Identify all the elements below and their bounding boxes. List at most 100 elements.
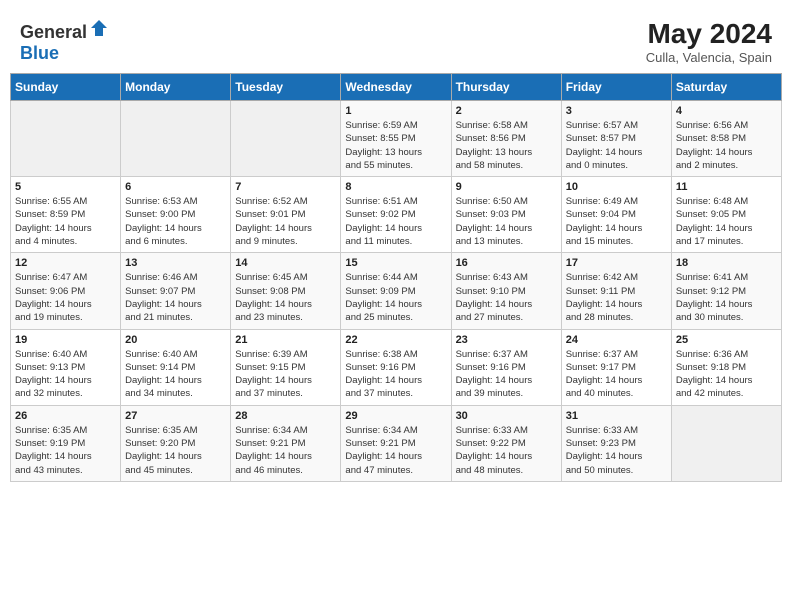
- calendar-cell: 8 Sunrise: 6:51 AM Sunset: 9:02 PM Daylig…: [341, 177, 451, 253]
- calendar-week-3: 12Sunrise: 6:47 AM Sunset: 9:06 PM Dayli…: [11, 253, 782, 329]
- day-number: 7: [235, 181, 336, 193]
- day-info: Sunrise: 6:45 AM Sunset: 9:08 PM Dayligh…: [235, 271, 336, 324]
- calendar-week-2: 5Sunrise: 6:55 AM Sunset: 8:59 PM Daylig…: [11, 177, 782, 253]
- day-info: Sunrise: 6:58 AM Sunset: 8:56 PM Dayligh…: [456, 119, 557, 172]
- calendar-cell: 7 Sunrise: 6:52 AM Sunset: 9:01 PM Daylig…: [231, 177, 341, 253]
- month-year-title: May 2024: [646, 18, 772, 50]
- day-info: Sunrise: 6:41 AM Sunset: 9:12 PM Dayligh…: [676, 271, 777, 324]
- calendar-cell: 19Sunrise: 6:40 AM Sunset: 9:13 PM Dayli…: [11, 329, 121, 405]
- calendar-cell: 12Sunrise: 6:47 AM Sunset: 9:06 PM Dayli…: [11, 253, 121, 329]
- day-number: 28: [235, 410, 336, 422]
- calendar-cell: [11, 101, 121, 177]
- day-info: Sunrise: 6:39 AM Sunset: 9:15 PM Dayligh…: [235, 348, 336, 401]
- day-info: Sunrise: 6:35 AM Sunset: 9:19 PM Dayligh…: [15, 424, 116, 477]
- day-info: Sunrise: 6:47 AM Sunset: 9:06 PM Dayligh…: [15, 271, 116, 324]
- calendar-cell: 24 Sunrise: 6:37 AM Sunset: 9:17 PM Dayli…: [561, 329, 671, 405]
- calendar-cell: 27 Sunrise: 6:35 AM Sunset: 9:20 PM Dayli…: [121, 405, 231, 481]
- day-info: Sunrise: 6:37 AM Sunset: 9:17 PM Dayligh…: [566, 348, 667, 401]
- calendar-cell: [121, 101, 231, 177]
- day-info: Sunrise: 6:35 AM Sunset: 9:20 PM Dayligh…: [125, 424, 226, 477]
- calendar-week-1: 1Sunrise: 6:59 AM Sunset: 8:55 PM Daylig…: [11, 101, 782, 177]
- weekday-header-tuesday: Tuesday: [231, 74, 341, 101]
- day-info: Sunrise: 6:48 AM Sunset: 9:05 PM Dayligh…: [676, 195, 777, 248]
- day-number: 9: [456, 181, 557, 193]
- day-number: 3: [566, 105, 667, 117]
- calendar-cell: 17Sunrise: 6:42 AM Sunset: 9:11 PM Dayli…: [561, 253, 671, 329]
- day-number: 23: [456, 334, 557, 346]
- day-info: Sunrise: 6:52 AM Sunset: 9:01 PM Dayligh…: [235, 195, 336, 248]
- day-info: Sunrise: 6:38 AM Sunset: 9:16 PM Dayligh…: [345, 348, 446, 401]
- day-number: 30: [456, 410, 557, 422]
- calendar-cell: [231, 101, 341, 177]
- day-number: 29: [345, 410, 446, 422]
- day-number: 8: [345, 181, 446, 193]
- weekday-header-thursday: Thursday: [451, 74, 561, 101]
- day-number: 27: [125, 410, 226, 422]
- calendar-cell: 26 Sunrise: 6:35 AM Sunset: 9:19 PM Dayli…: [11, 405, 121, 481]
- calendar-cell: 5Sunrise: 6:55 AM Sunset: 8:59 PM Daylig…: [11, 177, 121, 253]
- day-number: 14: [235, 257, 336, 269]
- calendar-cell: 6Sunrise: 6:53 AM Sunset: 9:00 PM Daylig…: [121, 177, 231, 253]
- calendar-table: SundayMondayTuesdayWednesdayThursdayFrid…: [10, 73, 782, 482]
- calendar-cell: 30Sunrise: 6:33 AM Sunset: 9:22 PM Dayli…: [451, 405, 561, 481]
- day-number: 24: [566, 334, 667, 346]
- logo: General Blue: [20, 18, 109, 64]
- calendar-cell: 3 Sunrise: 6:57 AM Sunset: 8:57 PM Daylig…: [561, 101, 671, 177]
- day-number: 26: [15, 410, 116, 422]
- day-info: Sunrise: 6:34 AM Sunset: 9:21 PM Dayligh…: [235, 424, 336, 477]
- logo-general: General: [20, 22, 87, 42]
- day-info: Sunrise: 6:42 AM Sunset: 9:11 PM Dayligh…: [566, 271, 667, 324]
- day-number: 21: [235, 334, 336, 346]
- day-number: 4: [676, 105, 777, 117]
- calendar-cell: 23Sunrise: 6:37 AM Sunset: 9:16 PM Dayli…: [451, 329, 561, 405]
- calendar-cell: 21 Sunrise: 6:39 AM Sunset: 9:15 PM Dayli…: [231, 329, 341, 405]
- calendar-cell: 11 Sunrise: 6:48 AM Sunset: 9:05 PM Dayli…: [671, 177, 781, 253]
- calendar-cell: 10 Sunrise: 6:49 AM Sunset: 9:04 PM Dayli…: [561, 177, 671, 253]
- calendar-cell: 13Sunrise: 6:46 AM Sunset: 9:07 PM Dayli…: [121, 253, 231, 329]
- calendar-cell: 22 Sunrise: 6:38 AM Sunset: 9:16 PM Dayli…: [341, 329, 451, 405]
- day-number: 18: [676, 257, 777, 269]
- calendar-cell: [671, 405, 781, 481]
- day-info: Sunrise: 6:36 AM Sunset: 9:18 PM Dayligh…: [676, 348, 777, 401]
- day-number: 6: [125, 181, 226, 193]
- day-info: Sunrise: 6:49 AM Sunset: 9:04 PM Dayligh…: [566, 195, 667, 248]
- day-number: 5: [15, 181, 116, 193]
- day-info: Sunrise: 6:44 AM Sunset: 9:09 PM Dayligh…: [345, 271, 446, 324]
- day-info: Sunrise: 6:51 AM Sunset: 9:02 PM Dayligh…: [345, 195, 446, 248]
- calendar-body: 1Sunrise: 6:59 AM Sunset: 8:55 PM Daylig…: [11, 101, 782, 482]
- weekday-header-friday: Friday: [561, 74, 671, 101]
- calendar-week-5: 26 Sunrise: 6:35 AM Sunset: 9:19 PM Dayli…: [11, 405, 782, 481]
- weekday-header-monday: Monday: [121, 74, 231, 101]
- page-header: General Blue May 2024 Culla, Valencia, S…: [10, 10, 782, 69]
- day-info: Sunrise: 6:59 AM Sunset: 8:55 PM Dayligh…: [345, 119, 446, 172]
- calendar-header: SundayMondayTuesdayWednesdayThursdayFrid…: [11, 74, 782, 101]
- calendar-cell: 31 Sunrise: 6:33 AM Sunset: 9:23 PM Dayli…: [561, 405, 671, 481]
- day-info: Sunrise: 6:56 AM Sunset: 8:58 PM Dayligh…: [676, 119, 777, 172]
- day-number: 31: [566, 410, 667, 422]
- calendar-cell: 4 Sunrise: 6:56 AM Sunset: 8:58 PM Daylig…: [671, 101, 781, 177]
- day-info: Sunrise: 6:40 AM Sunset: 9:14 PM Dayligh…: [125, 348, 226, 401]
- day-number: 16: [456, 257, 557, 269]
- location-subtitle: Culla, Valencia, Spain: [646, 50, 772, 65]
- calendar-cell: 14 Sunrise: 6:45 AM Sunset: 9:08 PM Dayli…: [231, 253, 341, 329]
- calendar-cell: 16Sunrise: 6:43 AM Sunset: 9:10 PM Dayli…: [451, 253, 561, 329]
- calendar-cell: 1Sunrise: 6:59 AM Sunset: 8:55 PM Daylig…: [341, 101, 451, 177]
- calendar-cell: 15Sunrise: 6:44 AM Sunset: 9:09 PM Dayli…: [341, 253, 451, 329]
- day-info: Sunrise: 6:33 AM Sunset: 9:23 PM Dayligh…: [566, 424, 667, 477]
- calendar-cell: 18 Sunrise: 6:41 AM Sunset: 9:12 PM Dayli…: [671, 253, 781, 329]
- weekday-header-sunday: Sunday: [11, 74, 121, 101]
- calendar-cell: 29 Sunrise: 6:34 AM Sunset: 9:21 PM Dayli…: [341, 405, 451, 481]
- day-number: 20: [125, 334, 226, 346]
- calendar-cell: 20 Sunrise: 6:40 AM Sunset: 9:14 PM Dayli…: [121, 329, 231, 405]
- weekday-header-saturday: Saturday: [671, 74, 781, 101]
- day-info: Sunrise: 6:34 AM Sunset: 9:21 PM Dayligh…: [345, 424, 446, 477]
- day-number: 10: [566, 181, 667, 193]
- day-info: Sunrise: 6:57 AM Sunset: 8:57 PM Dayligh…: [566, 119, 667, 172]
- day-number: 22: [345, 334, 446, 346]
- day-number: 19: [15, 334, 116, 346]
- day-info: Sunrise: 6:50 AM Sunset: 9:03 PM Dayligh…: [456, 195, 557, 248]
- day-number: 11: [676, 181, 777, 193]
- logo-icon: [89, 18, 109, 38]
- day-number: 25: [676, 334, 777, 346]
- weekday-header-wednesday: Wednesday: [341, 74, 451, 101]
